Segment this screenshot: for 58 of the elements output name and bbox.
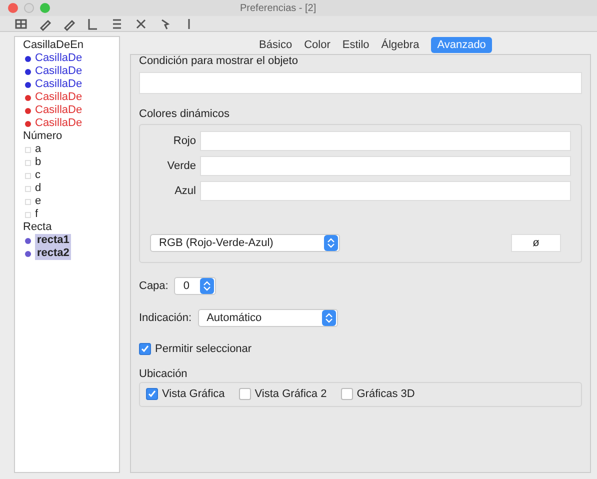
section-label: Ubicación [139,366,188,382]
list-icon[interactable] [110,16,124,30]
tree-item[interactable]: CasillaDe [35,104,82,117]
color-model-select[interactable]: RGB (Rojo-Verde-Azul) [150,234,340,252]
color-button[interactable]: ø [511,234,561,252]
tree-item[interactable]: CasillaDe [35,52,82,65]
field-label: Rojo [172,134,196,149]
tab[interactable]: Estilo [342,36,370,54]
layer-select[interactable]: 0 [174,277,216,295]
tree-item[interactable]: recta1 [35,234,72,247]
hidden-marker-icon [25,186,31,192]
checkbox[interactable] [340,388,353,400]
hidden-marker-icon [25,198,31,204]
checkbox-label: Permitir seleccionar [155,342,252,357]
hidden-marker-icon [25,172,31,178]
tree-item[interactable]: a [35,143,42,156]
checkbox[interactable] [139,343,151,356]
tree-item[interactable]: CasillaDe [35,117,82,130]
dropdown-arrow-icon [324,235,338,251]
field-label: Verde [166,158,196,174]
tree-item[interactable]: recta2 [35,247,72,260]
color-field[interactable] [200,131,571,151]
angle-icon[interactable] [86,16,100,30]
tree-group[interactable]: Recta [23,221,52,233]
tree-item[interactable]: c [35,169,40,182]
tree-item[interactable]: d [35,182,42,195]
tree-group[interactable]: CasillaDeEn [23,39,84,51]
close-button[interactable] [8,3,18,13]
tab[interactable]: Álgebra [381,36,420,54]
checkbox-label: Vista Gráfica [162,387,225,402]
tree-group[interactable]: Número [23,130,62,142]
section-label: Colores dinámicos [139,106,230,122]
tree-item[interactable]: f [35,208,38,221]
condition-field[interactable] [139,72,582,94]
field-label: Capa: [139,278,168,294]
tab[interactable]: Básico [259,36,292,54]
tree-item[interactable]: e [35,195,42,208]
checkbox-label: Vista Gráfica 2 [254,387,327,402]
tab[interactable]: Color [304,36,330,54]
tree-item[interactable]: CasillaDe [35,78,82,91]
tooltip-select[interactable]: Automático [198,309,338,327]
tree-item[interactable]: CasillaDe [35,91,82,104]
window-title: Preferencias - [2] [240,2,316,16]
hidden-marker-icon [25,212,31,218]
field-label: Indicación: [139,310,192,326]
color-field[interactable] [200,181,571,201]
hidden-marker-icon [25,146,31,152]
tree-item[interactable]: b [35,156,42,169]
checkbox[interactable] [146,388,158,400]
section-label: Condición para mostrar el objeto [139,54,299,69]
tree-item[interactable]: CasillaDe [35,65,82,78]
grid-icon[interactable] [14,16,28,30]
hidden-marker-icon [25,160,31,166]
checkbox-label: Gráficas 3D [356,387,415,402]
color-field[interactable] [200,156,571,176]
cross-icon[interactable] [134,16,148,30]
field-label: Azul [174,184,196,199]
checkbox[interactable] [238,388,251,400]
